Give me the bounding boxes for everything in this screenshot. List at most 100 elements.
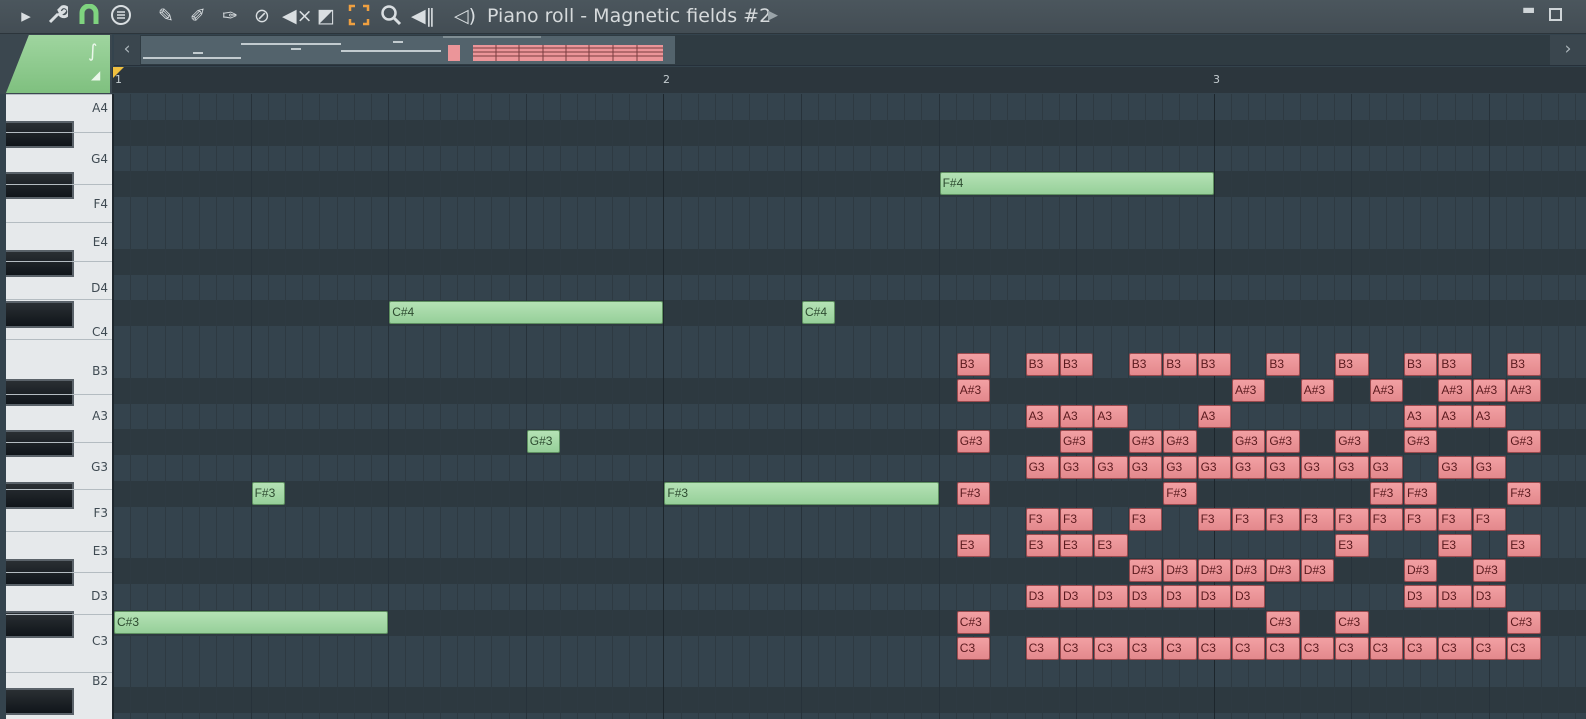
black-key[interactable] bbox=[6, 120, 74, 148]
note[interactable]: G3 bbox=[1197, 456, 1231, 480]
note[interactable]: G3 bbox=[1369, 456, 1403, 480]
note[interactable]: C3 bbox=[1438, 636, 1472, 660]
black-key[interactable] bbox=[6, 430, 74, 458]
playback-icon[interactable]: ◀‖ bbox=[411, 4, 435, 28]
note[interactable]: G3 bbox=[1128, 456, 1163, 480]
note[interactable]: A#3 bbox=[1232, 378, 1266, 402]
note[interactable]: C#3 bbox=[114, 611, 389, 634]
note[interactable]: A#3 bbox=[1438, 378, 1472, 402]
zoom-icon[interactable] bbox=[379, 4, 403, 28]
delete-brush-icon[interactable]: ✑ bbox=[218, 4, 242, 28]
note[interactable]: B3 bbox=[1438, 353, 1472, 376]
note[interactable]: C#3 bbox=[1335, 611, 1369, 634]
note[interactable]: A3 bbox=[1025, 404, 1059, 428]
mute-icon[interactable]: ⊘ bbox=[250, 4, 274, 28]
note[interactable]: C3 bbox=[1472, 636, 1507, 660]
black-key[interactable] bbox=[6, 482, 74, 509]
note[interactable]: G#3 bbox=[956, 430, 991, 454]
note[interactable]: F3 bbox=[1266, 507, 1300, 531]
note[interactable]: A3 bbox=[1060, 404, 1094, 428]
note[interactable]: A3 bbox=[1197, 404, 1231, 428]
note[interactable]: E3 bbox=[1094, 533, 1128, 557]
note[interactable]: G3 bbox=[1266, 456, 1300, 480]
note[interactable]: D#3 bbox=[1128, 559, 1163, 583]
note[interactable]: A3 bbox=[1472, 404, 1507, 428]
note[interactable]: A#3 bbox=[956, 378, 991, 402]
menu-icon[interactable] bbox=[109, 4, 133, 28]
note[interactable]: C3 bbox=[1197, 636, 1231, 660]
title-arrow-icon[interactable]: ▶ bbox=[768, 5, 778, 27]
note[interactable]: G3 bbox=[1025, 456, 1059, 480]
note[interactable]: G#3 bbox=[1507, 430, 1541, 454]
note[interactable]: B3 bbox=[956, 353, 991, 376]
scroll-right-button[interactable]: › bbox=[1550, 35, 1586, 65]
note[interactable]: F3 bbox=[1369, 507, 1403, 531]
note[interactable]: F#3 bbox=[1163, 482, 1197, 505]
slice-icon[interactable]: ◩ bbox=[314, 4, 338, 28]
note[interactable]: D#3 bbox=[1197, 559, 1231, 583]
note[interactable]: D3 bbox=[1438, 585, 1472, 609]
note[interactable]: C3 bbox=[1163, 636, 1197, 660]
note[interactable]: D3 bbox=[1404, 585, 1438, 609]
black-key[interactable] bbox=[6, 688, 74, 716]
note[interactable]: G3 bbox=[1438, 456, 1472, 480]
note[interactable]: C3 bbox=[1404, 636, 1438, 660]
note[interactable]: F3 bbox=[1335, 507, 1369, 531]
select-icon[interactable] bbox=[347, 4, 371, 28]
note[interactable]: C3 bbox=[1335, 636, 1369, 660]
note[interactable]: C3 bbox=[1369, 636, 1403, 660]
note[interactable]: C3 bbox=[1094, 636, 1128, 660]
note[interactable]: D#3 bbox=[1163, 559, 1197, 583]
note[interactable]: G3 bbox=[1232, 456, 1266, 480]
black-key[interactable] bbox=[6, 378, 74, 406]
pencil-icon[interactable]: ✎ bbox=[154, 4, 178, 28]
note[interactable]: C3 bbox=[1232, 636, 1266, 660]
note[interactable]: F3 bbox=[1128, 507, 1163, 531]
note[interactable]: G3 bbox=[1472, 456, 1507, 480]
note[interactable]: F3 bbox=[1300, 507, 1335, 531]
note[interactable]: B3 bbox=[1025, 353, 1059, 376]
note[interactable]: E3 bbox=[1025, 533, 1059, 557]
black-key[interactable] bbox=[6, 301, 74, 329]
scroll-left-button[interactable]: ‹ bbox=[114, 35, 140, 65]
paint-brush-icon[interactable]: ✐ bbox=[186, 4, 210, 28]
note[interactable]: C#3 bbox=[1266, 611, 1300, 634]
note[interactable]: B3 bbox=[1335, 353, 1369, 376]
note[interactable]: E3 bbox=[1060, 533, 1094, 557]
note[interactable]: D#3 bbox=[1472, 559, 1507, 583]
note[interactable]: G#3 bbox=[1128, 430, 1163, 454]
note[interactable]: C3 bbox=[1128, 636, 1163, 660]
note[interactable]: G#3 bbox=[1404, 430, 1438, 454]
note[interactable]: D3 bbox=[1472, 585, 1507, 609]
note[interactable]: C#4 bbox=[802, 301, 836, 325]
note[interactable]: D3 bbox=[1128, 585, 1163, 609]
note[interactable]: C#3 bbox=[956, 611, 991, 634]
note[interactable]: F#3 bbox=[1404, 482, 1438, 505]
note[interactable]: F#4 bbox=[939, 172, 1214, 196]
speaker-mute-icon[interactable]: ◀× bbox=[282, 4, 313, 28]
note[interactable]: D3 bbox=[1025, 585, 1059, 609]
note[interactable]: D3 bbox=[1232, 585, 1266, 609]
note[interactable]: E3 bbox=[1507, 533, 1541, 557]
curve-icon[interactable]: ∫ bbox=[88, 41, 97, 62]
note[interactable]: B3 bbox=[1404, 353, 1438, 376]
note[interactable]: B3 bbox=[1128, 353, 1163, 376]
wrench-icon[interactable] bbox=[45, 4, 71, 28]
note[interactable]: A3 bbox=[1094, 404, 1128, 428]
note[interactable]: F3 bbox=[1025, 507, 1059, 531]
note[interactable]: F#3 bbox=[1369, 482, 1403, 505]
note[interactable]: F3 bbox=[1438, 507, 1472, 531]
note[interactable]: A#3 bbox=[1472, 378, 1507, 402]
note[interactable]: G#3 bbox=[1266, 430, 1300, 454]
note[interactable]: A#3 bbox=[1369, 378, 1403, 402]
note[interactable]: F#3 bbox=[664, 482, 939, 505]
note[interactable]: B3 bbox=[1060, 353, 1094, 376]
note[interactable]: B3 bbox=[1197, 353, 1231, 376]
note[interactable]: E3 bbox=[956, 533, 991, 557]
black-key[interactable] bbox=[6, 611, 74, 638]
note[interactable]: D#3 bbox=[1266, 559, 1300, 583]
note[interactable]: F3 bbox=[1060, 507, 1094, 531]
note[interactable]: G3 bbox=[1060, 456, 1094, 480]
note[interactable]: A3 bbox=[1438, 404, 1472, 428]
note[interactable]: G#3 bbox=[1163, 430, 1197, 454]
